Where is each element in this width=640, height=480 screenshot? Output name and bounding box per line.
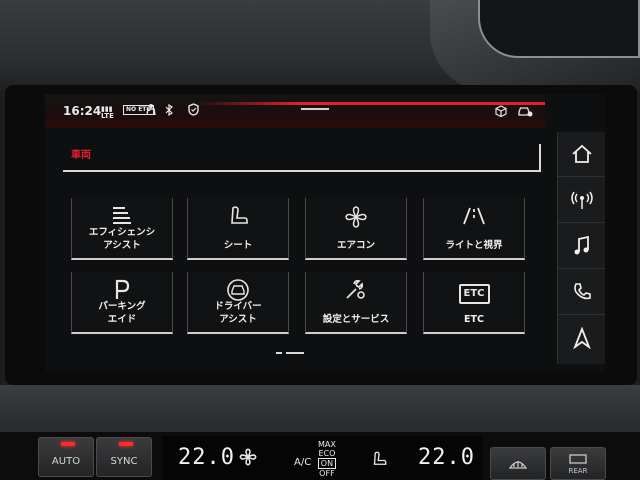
tile-label: エアコン (336, 240, 375, 251)
car-settings-icon (517, 105, 533, 120)
page-indicator (276, 352, 304, 354)
sidebar (557, 132, 605, 364)
home-icon[interactable] (558, 132, 605, 177)
tile-efficiency-assist[interactable]: エフィシェンシ アシスト (71, 198, 173, 260)
tile-seat[interactable]: シート (187, 198, 289, 260)
seat-icon (188, 204, 288, 234)
status-bar: 16:24 ▮▮▮ LTE NO ETC (45, 94, 545, 128)
status-accent-line (195, 102, 545, 105)
tile-etc[interactable]: ETC ETC (423, 272, 525, 334)
page-title: 車両 (71, 150, 91, 161)
tile-label: シート (223, 240, 253, 251)
fan-icon (306, 204, 406, 236)
ac-label[interactable]: A/C (294, 457, 311, 468)
front-defrost-button[interactable] (490, 447, 546, 480)
seat-heating-icon[interactable] (370, 450, 388, 472)
tile-label: 設定とサービス (322, 314, 390, 325)
bluetooth-icon (165, 103, 174, 119)
lte-indicator: ▮▮▮ LTE (101, 105, 114, 120)
phone-icon[interactable] (558, 270, 605, 315)
sync-led (119, 442, 133, 446)
infotainment-screen: 16:24 ▮▮▮LTE NO ETC 車両 エフィシェンシ アシスト シート (45, 94, 605, 372)
clock: 16:24 (63, 104, 102, 118)
tile-label: ライトと視界 (445, 240, 503, 251)
tile-label: パーキング エイド (98, 301, 146, 325)
tile-lights-visibility[interactable]: ライトと視界 (423, 198, 525, 260)
max-eco-indicator[interactable]: MAX ECO ON OFF (318, 440, 336, 478)
auto-button[interactable]: AUTO (38, 437, 94, 477)
tile-air-conditioning[interactable]: エアコン (305, 198, 407, 260)
tile-label: ドライバー アシスト (214, 301, 262, 325)
road-view-icon (424, 204, 524, 234)
music-icon[interactable] (558, 224, 605, 269)
rear-defrost-button[interactable]: REAR (550, 447, 606, 480)
wrench-gear-icon (306, 278, 406, 308)
tile-driver-assist[interactable]: ドライバー アシスト (187, 272, 289, 334)
person-icon (145, 103, 157, 118)
shield-icon (187, 103, 200, 119)
right-temperature[interactable]: 22.0 (418, 445, 475, 470)
drag-handle[interactable] (301, 108, 329, 110)
sync-button[interactable]: SYNC (96, 437, 152, 477)
auto-led (61, 442, 75, 446)
air-vent (478, 0, 640, 58)
etc-icon: ETC (424, 278, 524, 304)
package-icon (495, 105, 507, 120)
radio-icon[interactable] (558, 178, 605, 223)
title-divider (63, 144, 541, 172)
tile-label: エフィシェンシ アシスト (88, 227, 156, 251)
tile-label: ETC (464, 314, 484, 325)
tile-settings-services[interactable]: 設定とサービス (305, 272, 407, 334)
fan-speed-icon[interactable] (238, 447, 258, 472)
left-temperature[interactable]: 22.0 (178, 445, 235, 470)
tile-parking-aid[interactable]: パーキング エイド (71, 272, 173, 334)
navigation-icon[interactable] (558, 316, 605, 360)
